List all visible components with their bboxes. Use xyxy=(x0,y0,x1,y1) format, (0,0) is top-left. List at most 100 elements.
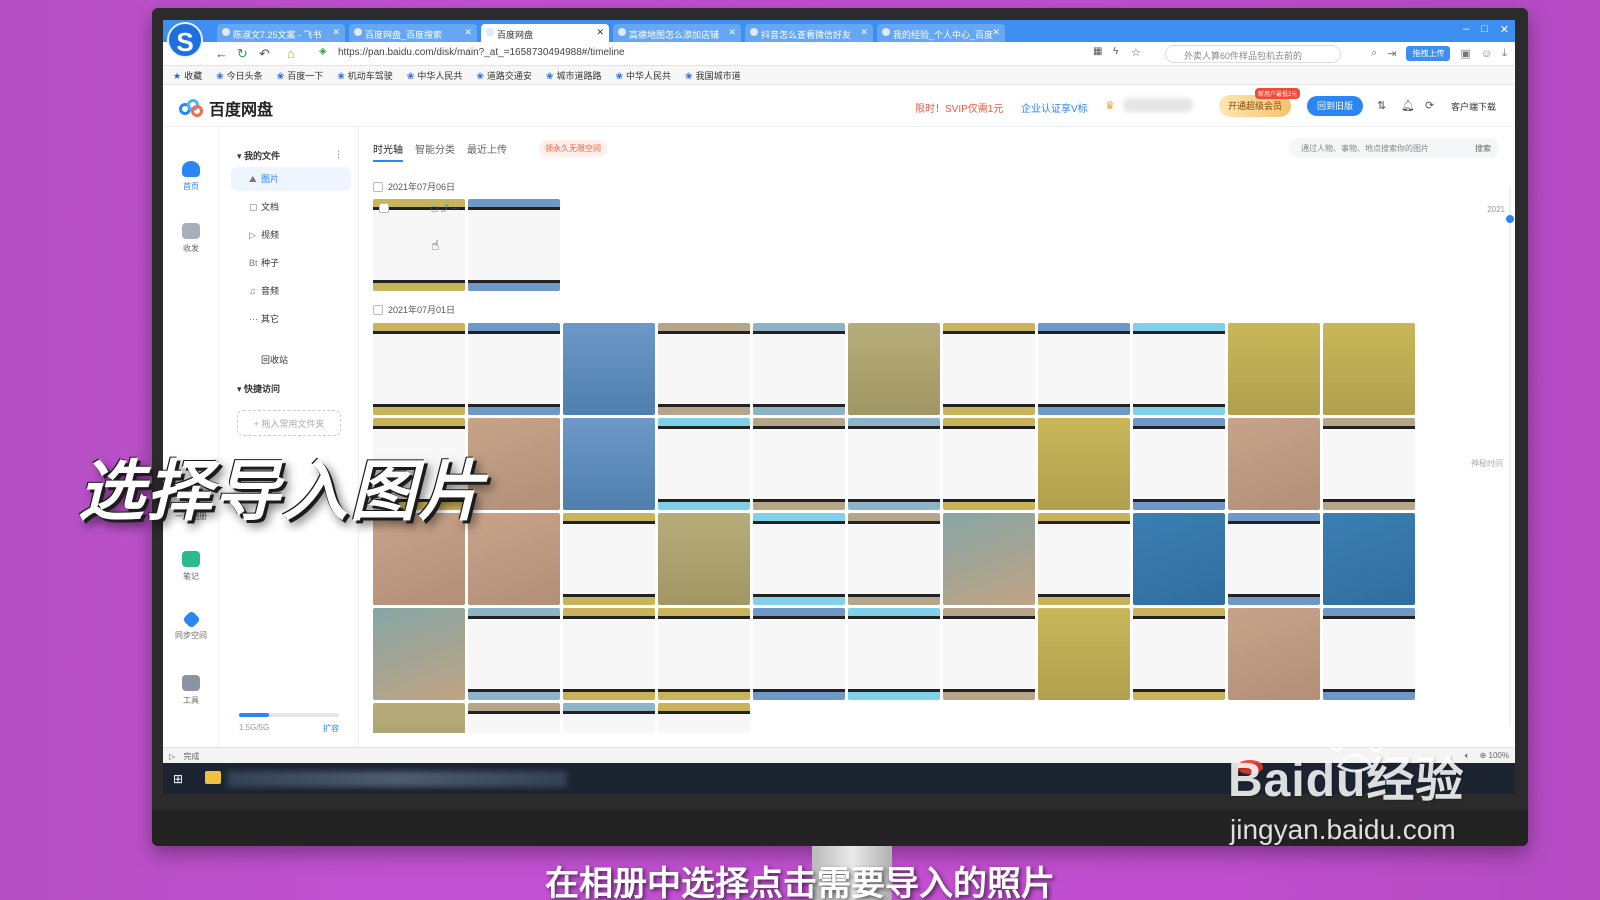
photo-thumbnail[interactable] xyxy=(658,703,750,733)
bookmark-item[interactable]: ❀ 机动车驾驶 xyxy=(337,69,393,84)
refresh-icon[interactable]: ↻ xyxy=(237,46,248,62)
photo-thumbnail[interactable] xyxy=(373,608,465,700)
photo-thumbnail[interactable] xyxy=(1228,608,1320,700)
photo-thumbnail[interactable] xyxy=(1323,513,1415,605)
url-text[interactable]: https://pan.baidu.com/disk/main?_at_=165… xyxy=(338,47,625,58)
date-select-checkbox[interactable] xyxy=(373,181,383,192)
taskbar-apps-blurred[interactable] xyxy=(227,771,567,787)
photo-select-checkbox[interactable] xyxy=(379,203,389,213)
browser-search-input[interactable]: 外卖人算60件样品包机去前的 xyxy=(1165,45,1341,63)
date-select-checkbox[interactable] xyxy=(373,304,383,315)
close-icon[interactable]: ✕ xyxy=(1500,23,1509,36)
photo-thumbnail[interactable] xyxy=(1228,513,1320,605)
photo-thumbnail[interactable] xyxy=(1133,323,1225,415)
photo-thumbnail[interactable] xyxy=(1228,323,1320,415)
maximize-icon[interactable]: □ xyxy=(1481,23,1488,36)
photo-thumbnail[interactable] xyxy=(1323,608,1415,700)
minimize-icon[interactable]: – xyxy=(1463,23,1469,36)
photo-thumbnail[interactable] xyxy=(658,418,750,510)
enterprise-cert-link[interactable]: 企业认证享V标 xyxy=(1021,100,1088,115)
quick-access-header[interactable]: ▾ 快捷访问 xyxy=(237,382,280,395)
photo-thumbnail[interactable] xyxy=(1323,418,1415,510)
photo-thumbnail[interactable] xyxy=(1038,323,1130,415)
tree-item[interactable]: ⛰ 图片 xyxy=(231,167,351,191)
bookmark-item[interactable]: ❀ 百度一下 xyxy=(277,69,324,84)
tab-close-icon[interactable]: ✕ xyxy=(728,27,736,38)
star-icon[interactable]: ☆ xyxy=(1131,46,1141,59)
photo-thumbnail[interactable] xyxy=(943,513,1035,605)
photo-thumbnail[interactable] xyxy=(1133,418,1225,510)
recycle-bin-item[interactable]: 回收站 xyxy=(261,353,288,366)
browser-tab[interactable]: 百度网盘 ✕ xyxy=(481,24,609,42)
browser-tab[interactable]: 陈淑文7.25文案 - 飞书 ✕ xyxy=(217,24,345,42)
app-brand[interactable]: 百度网盘 xyxy=(179,96,273,120)
photo-thumbnail[interactable] xyxy=(753,418,845,510)
my-files-header[interactable]: ▾ 我的文件 xyxy=(237,149,280,162)
photo-thumbnail[interactable] xyxy=(658,323,750,415)
photo-thumbnail[interactable] xyxy=(753,323,845,415)
photo-thumbnail[interactable] xyxy=(373,323,465,415)
drag-upload-button[interactable]: 拖拽上传 xyxy=(1406,46,1451,61)
view-tab[interactable]: 最近上传 xyxy=(467,141,507,162)
photo-thumbnail[interactable] xyxy=(943,608,1035,700)
share-more-icon[interactable]: ▢ ⤴ ··· xyxy=(431,203,459,214)
expand-storage-link[interactable]: 扩容 xyxy=(323,723,339,734)
photo-thumbnail[interactable] xyxy=(753,513,845,605)
photo-thumbnail[interactable] xyxy=(563,323,655,415)
undo-icon[interactable]: ↶ xyxy=(259,46,270,62)
speaker-icon[interactable]: 🔈︎ xyxy=(1465,751,1470,761)
user-avatar-icon[interactable]: ♛ xyxy=(1105,99,1115,112)
windows-start-icon[interactable]: ⊞ xyxy=(173,772,183,786)
tree-item[interactable]: ··· 其它 xyxy=(231,307,351,331)
free-space-tag[interactable]: 领永久无限空间 xyxy=(539,140,607,157)
photo-search-input[interactable]: 通过人物、事物、地点搜索你的图片 搜索 xyxy=(1289,138,1499,158)
rail-item-tools[interactable]: 工具 xyxy=(163,675,219,706)
browser-tab[interactable]: 抖音怎么查看微信好友 ✕ xyxy=(745,24,873,42)
lightning-icon[interactable]: ϟ xyxy=(1113,46,1118,57)
view-tab[interactable]: 时光轴 xyxy=(373,141,403,162)
view-tab[interactable]: 智能分类 xyxy=(415,141,455,162)
username-blurred[interactable] xyxy=(1123,98,1193,112)
photo-thumbnail[interactable] xyxy=(563,513,655,605)
photo-thumbnail[interactable] xyxy=(1133,513,1225,605)
timeline-handle[interactable] xyxy=(1506,215,1514,223)
photo-search-button[interactable]: 搜索 xyxy=(1475,143,1491,154)
client-download-link[interactable]: 客户端下载 xyxy=(1451,100,1496,113)
bookmark-item[interactable]: ❀ 我国城市道 xyxy=(685,69,741,84)
photo-thumbnail[interactable] xyxy=(373,703,465,733)
tab-close-icon[interactable]: ✕ xyxy=(860,27,868,38)
rail-item-notes[interactable]: 笔记 xyxy=(163,551,219,582)
photo-thumbnail[interactable] xyxy=(1133,608,1225,700)
tab-close-icon[interactable]: ✕ xyxy=(992,27,1000,38)
photo-thumbnail[interactable] xyxy=(848,323,940,415)
browser-tab[interactable]: 百度网盘_百度搜索 ✕ xyxy=(349,24,477,42)
photo-thumbnail[interactable] xyxy=(1038,608,1130,700)
tab-close-icon[interactable]: ✕ xyxy=(596,27,604,38)
qr-icon[interactable]: ▦ xyxy=(1093,46,1102,57)
rail-item-inbox[interactable]: 收发 xyxy=(163,223,219,254)
more-vertical-icon[interactable]: ⋮ xyxy=(334,149,343,160)
browser-tab[interactable]: 高德地图怎么添加店铺 ✕ xyxy=(613,24,741,42)
photo-thumbnail[interactable] xyxy=(658,513,750,605)
bell-icon[interactable]: 🔔︎ xyxy=(1401,99,1415,112)
photo-thumbnail[interactable] xyxy=(1038,513,1130,605)
photo-thumbnail[interactable] xyxy=(848,418,940,510)
rail-item-home[interactable]: 首页 xyxy=(163,161,219,192)
photo-thumbnail[interactable] xyxy=(563,608,655,700)
login-icon[interactable]: ⇥ xyxy=(1387,47,1396,60)
photo-thumbnail[interactable] xyxy=(658,608,750,700)
bookmark-item[interactable]: ❀ 道路交通安 xyxy=(476,69,532,84)
tab-close-icon[interactable]: ✕ xyxy=(332,27,340,38)
sync-icon[interactable]: ⟳ xyxy=(1425,99,1434,112)
photo-thumbnail[interactable] xyxy=(468,323,560,415)
photo-thumbnail[interactable] xyxy=(943,418,1035,510)
photo-thumbnail[interactable] xyxy=(1323,323,1415,415)
zoom-level[interactable]: ⊕ 100% xyxy=(1480,751,1509,761)
tree-item[interactable]: ▢ 文档 xyxy=(231,195,351,219)
bookmark-item[interactable]: ❀ 城市道路路 xyxy=(546,69,602,84)
transfer-icon[interactable]: ⇅ xyxy=(1377,99,1386,112)
smile-icon[interactable]: ☺ xyxy=(1481,48,1492,60)
bookmark-item[interactable]: ❀ 中华人民共 xyxy=(615,69,671,84)
photo-thumbnail[interactable]: ▢ ⤴ ··· ☝ xyxy=(373,199,465,291)
photo-thumbnail[interactable] xyxy=(468,703,560,733)
